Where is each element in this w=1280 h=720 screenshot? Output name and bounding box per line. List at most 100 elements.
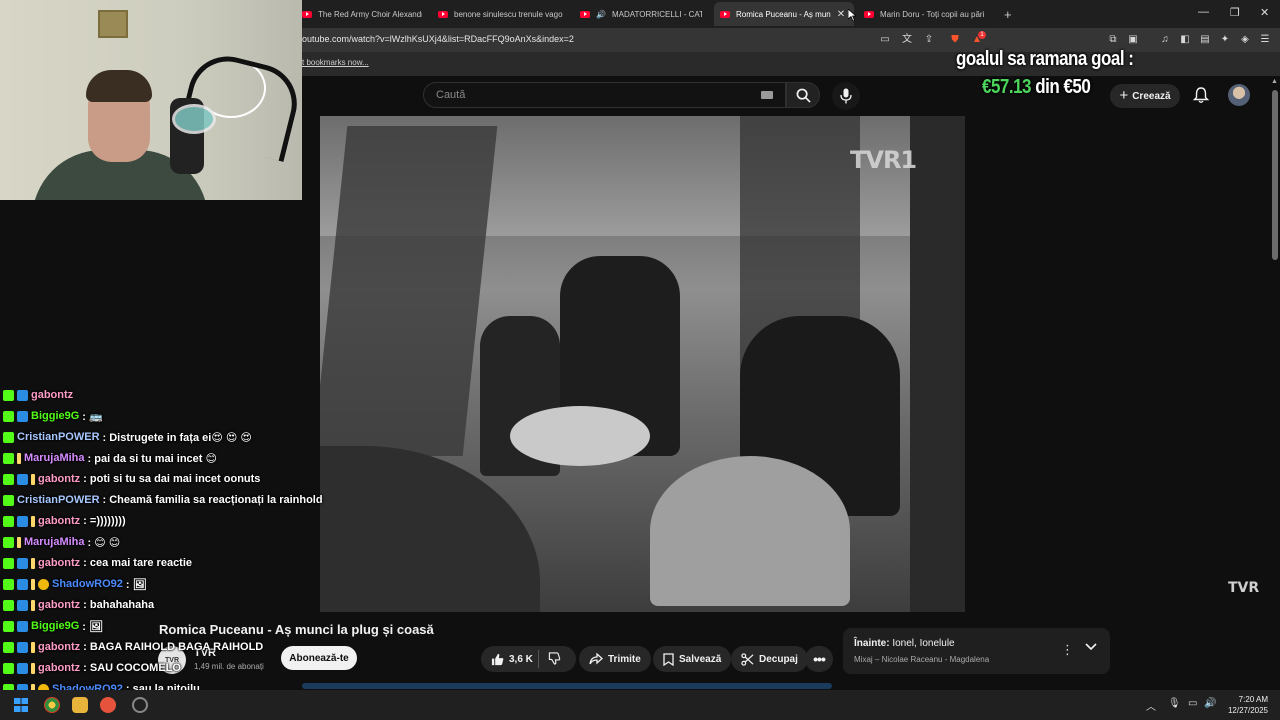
tray-microphone-icon[interactable]: 🎙 bbox=[1168, 698, 1181, 709]
chat-message: MarujaMiha: pai da si tu mai incet 😊 bbox=[3, 449, 217, 467]
streamer-hair bbox=[86, 70, 152, 102]
search-icon bbox=[796, 88, 811, 103]
tray-display-icon[interactable]: ▭ bbox=[1188, 698, 1197, 709]
speaker-icon[interactable]: 🔊 bbox=[596, 10, 606, 19]
sidebar-icon[interactable]: ◧ bbox=[1178, 33, 1192, 47]
share-button[interactable]: Trimite bbox=[579, 646, 651, 672]
close-tab-icon[interactable]: ✕ bbox=[837, 9, 845, 20]
save-label: Salvează bbox=[679, 653, 722, 665]
tab-red-army-choir[interactable]: The Red Army Choir Alexandro bbox=[302, 4, 422, 24]
chat-username[interactable]: gabontz bbox=[38, 599, 80, 611]
tray-chevron-up-icon[interactable]: ︿ bbox=[1146, 698, 1156, 713]
chevron-down-icon[interactable] bbox=[1085, 643, 1097, 651]
page-scrollbar[interactable] bbox=[1272, 90, 1278, 260]
more-vertical-icon[interactable]: ⋮ bbox=[1061, 642, 1074, 658]
chat-username[interactable]: CristianPOWER bbox=[17, 431, 100, 443]
search-button[interactable] bbox=[786, 82, 820, 108]
extensions-icon[interactable]: ⧉ bbox=[1106, 33, 1120, 47]
thumbs-up-icon[interactable] bbox=[491, 653, 504, 666]
voice-search-button[interactable] bbox=[832, 82, 860, 110]
chat-username[interactable]: CristianPOWER bbox=[17, 494, 100, 506]
mod-badge-icon bbox=[31, 473, 35, 485]
video-right-edge bbox=[910, 116, 965, 612]
import-bookmarks-link[interactable]: t bookmarks now... bbox=[302, 58, 369, 67]
like-count[interactable]: 3,6 K bbox=[509, 654, 533, 665]
windows-start-icon[interactable] bbox=[14, 698, 28, 712]
tab-title: benone sinulescu trenule vago bbox=[454, 9, 563, 19]
kick-badge-icon bbox=[3, 410, 14, 422]
chat-username[interactable]: MarujaMiha bbox=[24, 452, 85, 464]
video-player[interactable]: TVR1 bbox=[320, 116, 965, 612]
tab-benone-sinulescu[interactable]: benone sinulescu trenule vago bbox=[438, 4, 566, 24]
chat-username[interactable]: ShadowRO92 bbox=[52, 578, 123, 590]
tray-volume-icon[interactable]: 🔊 bbox=[1204, 698, 1216, 709]
menu-icon[interactable]: ☰ bbox=[1258, 33, 1272, 47]
chat-message: MarujaMiha: 😊 😊 bbox=[3, 533, 120, 551]
sub-badge-icon bbox=[17, 410, 28, 422]
cast-icon[interactable]: ▭ bbox=[878, 33, 892, 47]
translate-icon[interactable]: 文 bbox=[900, 33, 914, 47]
search-input[interactable]: Caută bbox=[436, 89, 465, 101]
notifications-bell-icon[interactable] bbox=[1192, 86, 1210, 104]
sub-badge-icon bbox=[17, 473, 28, 485]
chat-text: : Distrugete in fața ei😍 😍 😍 bbox=[102, 431, 252, 444]
chat-username[interactable]: gabontz bbox=[31, 389, 73, 401]
share-page-icon[interactable]: ⇪ bbox=[922, 33, 936, 47]
mod-badge-icon bbox=[31, 557, 35, 569]
chat-username[interactable]: gabontz bbox=[38, 515, 80, 527]
chat-username[interactable]: gabontz bbox=[38, 641, 80, 653]
subscribe-button[interactable]: Abonează-te bbox=[281, 646, 357, 670]
gold-badge-icon bbox=[38, 578, 49, 590]
chat-username[interactable]: MarujaMiha bbox=[24, 536, 85, 548]
search-box[interactable]: Caută bbox=[423, 82, 786, 108]
video-left-drape bbox=[320, 126, 498, 456]
chat-text: : 🖼 bbox=[125, 578, 147, 591]
up-next-card[interactable]: Înainte: Ionel, Ionelule Mixaj – Nicolae… bbox=[843, 628, 1110, 674]
chat-text: : =)))))))) bbox=[83, 515, 126, 527]
save-button[interactable]: Salvează bbox=[653, 646, 732, 672]
chat-username[interactable]: Biggie9G bbox=[31, 620, 79, 632]
chat-username[interactable]: Biggie9G bbox=[31, 410, 79, 422]
minimize-icon[interactable]: — bbox=[1198, 6, 1209, 18]
wallet-icon[interactable]: ▤ bbox=[1198, 33, 1212, 47]
chat-text: : Cheamă familia sa reacționați la rainh… bbox=[102, 494, 323, 506]
kick-badge-icon bbox=[3, 662, 14, 674]
close-window-icon[interactable]: ✕ bbox=[1260, 6, 1269, 19]
more-actions-button[interactable]: ••• bbox=[805, 646, 833, 672]
chat-text: : 🖼 bbox=[82, 620, 103, 633]
like-dislike-group: 3,6 K bbox=[481, 646, 576, 672]
media-icon[interactable]: ♫ bbox=[1158, 33, 1172, 47]
clip-button[interactable]: Decupaj bbox=[731, 646, 808, 672]
new-tab-button[interactable]: + bbox=[1004, 4, 1018, 24]
mod-badge-icon bbox=[31, 578, 35, 590]
brave-taskbar-icon[interactable] bbox=[100, 697, 116, 713]
chrome-icon[interactable] bbox=[44, 697, 60, 713]
mod-badge-icon bbox=[17, 452, 21, 464]
scroll-up-icon[interactable]: ▲ bbox=[1271, 78, 1278, 85]
tab-marin-doru[interactable]: Marin Doru - Toți copii au pări bbox=[864, 4, 992, 24]
kick-badge-icon bbox=[3, 494, 14, 506]
leo-ai-icon[interactable]: ✦ bbox=[1218, 33, 1232, 47]
tab-romica-puceanu[interactable]: Romica Puceanu - Aș mun ✕ bbox=[714, 2, 854, 26]
sub-badge-icon bbox=[17, 557, 28, 569]
chat-text: : SAU COCOMELO bbox=[83, 662, 181, 674]
vpn-icon[interactable]: ◈ bbox=[1238, 33, 1252, 47]
brave-shield-icon[interactable]: ⛊ bbox=[948, 33, 962, 47]
chat-username[interactable]: gabontz bbox=[38, 557, 80, 569]
thumbs-down-icon[interactable] bbox=[548, 652, 561, 665]
create-button[interactable]: + Creează bbox=[1110, 84, 1180, 108]
folder-icon[interactable] bbox=[72, 697, 88, 713]
url-field[interactable]: outube.com/watch?v=lWzlhKsUXj4&list=RDac… bbox=[302, 34, 574, 44]
chat-text: : 🚌 bbox=[82, 410, 103, 423]
clock[interactable]: 7:20 AM 12/27/2025 bbox=[1226, 694, 1268, 716]
kick-badge-icon bbox=[3, 578, 14, 590]
obs-icon[interactable] bbox=[132, 697, 148, 713]
chat-username[interactable]: gabontz bbox=[38, 473, 80, 485]
chat-message: Biggie9G: 🖼 bbox=[3, 617, 103, 635]
tab-madatorricelli[interactable]: 🔊 MADATORRICELLI - CATEL bbox=[580, 4, 702, 24]
user-avatar[interactable] bbox=[1228, 84, 1250, 106]
keyboard-icon[interactable] bbox=[761, 91, 773, 99]
maximize-icon[interactable]: ❐ bbox=[1230, 6, 1240, 19]
reader-icon[interactable]: ▣ bbox=[1126, 33, 1140, 47]
chat-username[interactable]: gabontz bbox=[38, 662, 80, 674]
